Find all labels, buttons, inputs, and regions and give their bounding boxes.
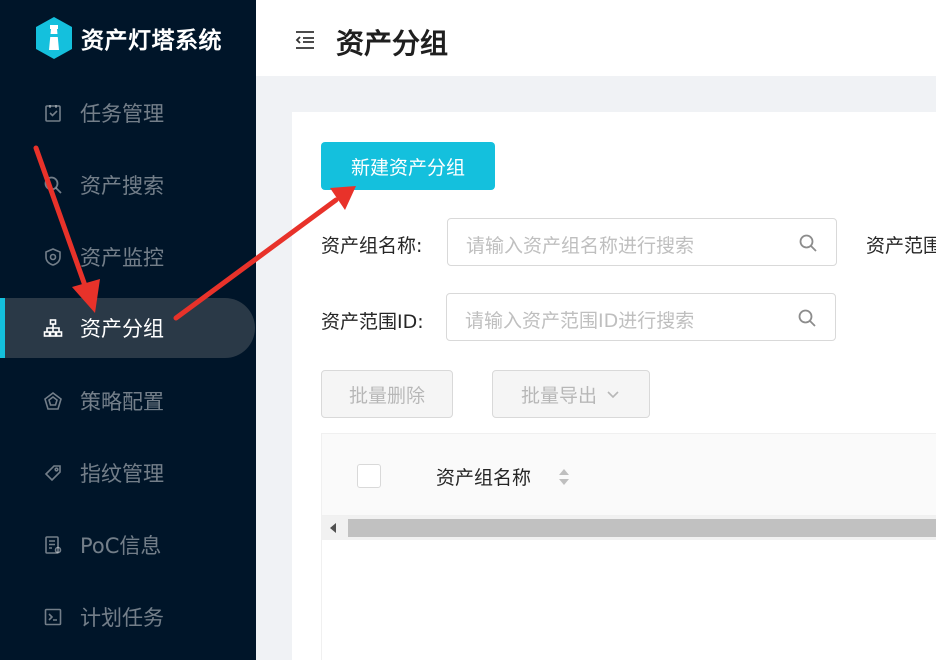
scope-id-label: 资产范围ID: [321, 311, 424, 333]
sidebar-item-label: 策略配置 [80, 390, 164, 414]
horizontal-scrollbar[interactable] [322, 516, 936, 540]
menu-fold-icon[interactable] [294, 30, 316, 50]
document-icon [42, 534, 64, 556]
sidebar-item-asset-monitor[interactable]: 资产监控 [0, 227, 256, 287]
asset-group-table: 资产组名称 [321, 433, 936, 660]
scroll-left-arrow-icon[interactable] [328, 522, 338, 534]
chevron-down-icon [607, 391, 619, 399]
sidebar-item-label: 资产搜索 [80, 174, 164, 198]
batch-export-label: 批量导出 [520, 384, 597, 407]
search-icon[interactable] [798, 233, 818, 253]
table-header: 资产组名称 [322, 434, 936, 516]
scope-id-placeholder: 请输入资产范围ID进行搜索 [465, 310, 695, 332]
scope-label-truncated: 资产范围 [866, 235, 936, 257]
sidebar-item-poc-info[interactable]: PoC信息 [0, 515, 256, 575]
sidebar-item-fingerprint[interactable]: 指纹管理 [0, 443, 256, 503]
app-title: 资产灯塔系统 [81, 28, 222, 54]
batch-delete-button[interactable]: 批量删除 [321, 370, 453, 418]
terminal-icon [42, 606, 64, 628]
column-header-group-name[interactable]: 资产组名称 [436, 463, 531, 490]
scrollbar-thumb[interactable] [348, 519, 936, 537]
sidebar-item-label: 资产监控 [80, 246, 164, 270]
batch-export-dropdown[interactable]: 批量导出 [492, 370, 650, 418]
sidebar-item-scheduled-task[interactable]: 计划任务 [0, 587, 256, 647]
sidebar-item-label: 计划任务 [80, 606, 164, 630]
select-all-checkbox[interactable] [357, 464, 381, 488]
sidebar-item-label: 任务管理 [80, 102, 164, 126]
tag-icon [42, 462, 64, 484]
sidebar: 资产灯塔系统 任务管理 资产搜索 资产监控 资产分组 策略配置 指纹管理 PoC… [0, 0, 256, 660]
group-name-search-input[interactable]: 请输入资产组名称进行搜索 [447, 218, 837, 266]
group-name-placeholder: 请输入资产组名称进行搜索 [466, 235, 695, 257]
sidebar-item-policy-config[interactable]: 策略配置 [0, 371, 256, 431]
sidebar-item-asset-group[interactable]: 资产分组 [0, 298, 255, 358]
scope-id-search-input[interactable]: 请输入资产范围ID进行搜索 [446, 293, 836, 341]
search-icon[interactable] [797, 308, 817, 328]
sidebar-item-asset-search[interactable]: 资产搜索 [0, 155, 256, 215]
sort-icon[interactable] [558, 466, 570, 488]
new-asset-group-button[interactable]: 新建资产分组 [321, 142, 495, 190]
group-tree-icon [42, 317, 64, 339]
group-name-label: 资产组名称: [321, 235, 423, 257]
lighthouse-logo-icon [36, 17, 72, 59]
brand: 资产灯塔系统 [34, 16, 222, 60]
page-title: 资产分组 [336, 27, 449, 60]
policy-icon [42, 390, 64, 412]
search-icon [42, 174, 64, 196]
sidebar-item-label: PoC信息 [80, 534, 162, 558]
task-icon [42, 102, 64, 124]
sidebar-item-task-management[interactable]: 任务管理 [0, 83, 256, 143]
page-header: 资产分组 [256, 0, 936, 76]
sidebar-item-label: 资产分组 [80, 317, 164, 341]
monitor-shield-icon [42, 246, 64, 268]
sidebar-item-label: 指纹管理 [80, 462, 164, 486]
batch-delete-label: 批量删除 [348, 384, 425, 407]
